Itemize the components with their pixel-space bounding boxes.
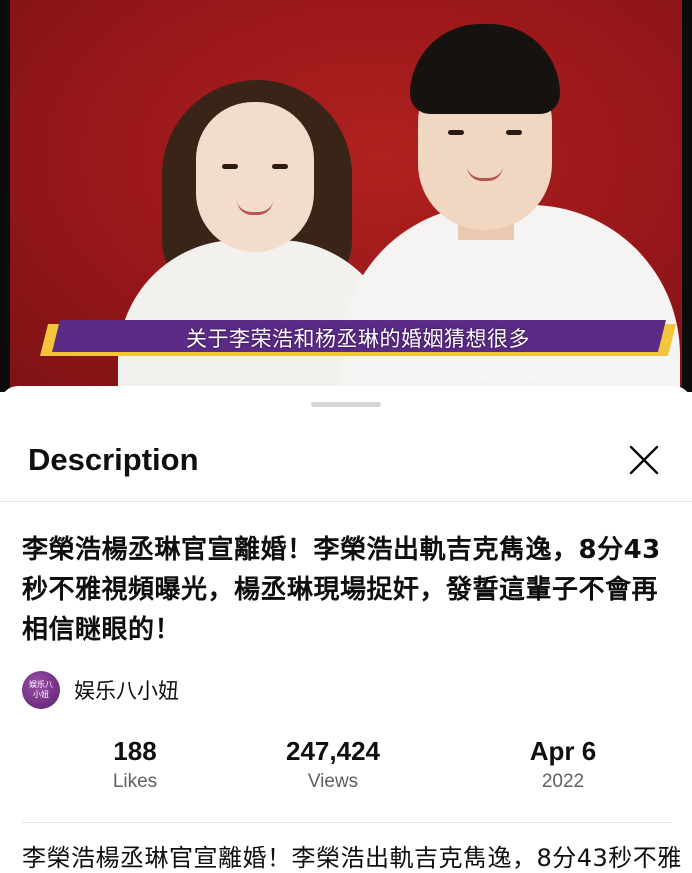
channel-avatar[interactable]: 娱乐八小妞 — [22, 671, 60, 709]
channel-name[interactable]: 娱乐八小妞 — [74, 675, 179, 705]
stats-divider — [22, 822, 672, 823]
views-label: Views — [307, 771, 359, 792]
header-divider — [0, 501, 692, 502]
likes-stat: 188 Likes — [80, 736, 190, 793]
publish-year: 2022 — [541, 771, 585, 792]
likes-label: Likes — [112, 771, 158, 792]
man-hair — [410, 24, 560, 114]
close-icon — [629, 445, 659, 475]
views-stat: 247,424 Views — [263, 736, 403, 793]
video-caption: 关于李荣浩和杨丞琳的婚姻猜想很多 — [186, 327, 530, 351]
video-caption-band: 关于李荣浩和杨丞琳的婚姻猜想很多 — [40, 318, 676, 360]
sheet-title: Description — [28, 442, 199, 477]
views-count: 247,424 — [286, 736, 380, 766]
publish-date: Apr 6 — [529, 736, 597, 766]
woman-face — [196, 102, 314, 252]
video-player[interactable]: 关于李荣浩和杨丞琳的婚姻猜想很多 娱乐八小妞 — [0, 0, 692, 392]
likes-count: 188 — [113, 736, 157, 766]
video-title: 李榮浩楊丞琳官宣離婚！李榮浩出軌吉克雋逸，8分43秒不雅視頻曝光，楊丞琳現場捉奸… — [22, 535, 661, 645]
sheet-header: Description — [0, 416, 692, 501]
video-frame: 关于李荣浩和杨丞琳的婚姻猜想很多 娱乐八小妞 — [10, 0, 682, 392]
video-watermark: 娱乐八小妞 — [480, 368, 541, 382]
stats-row: 188 Likes 247,424 Views Apr 6 2022 — [0, 736, 692, 800]
drag-handle[interactable] — [311, 402, 381, 407]
channel-row[interactable]: 娱乐八小妞 娱乐八小妞 — [22, 670, 179, 710]
date-stat: Apr 6 2022 — [508, 736, 618, 793]
description-sheet: Description 李榮浩楊丞琳官宣離婚！李榮浩出軌吉克雋逸，8分43秒不雅… — [0, 386, 692, 872]
close-button[interactable] — [626, 442, 662, 478]
